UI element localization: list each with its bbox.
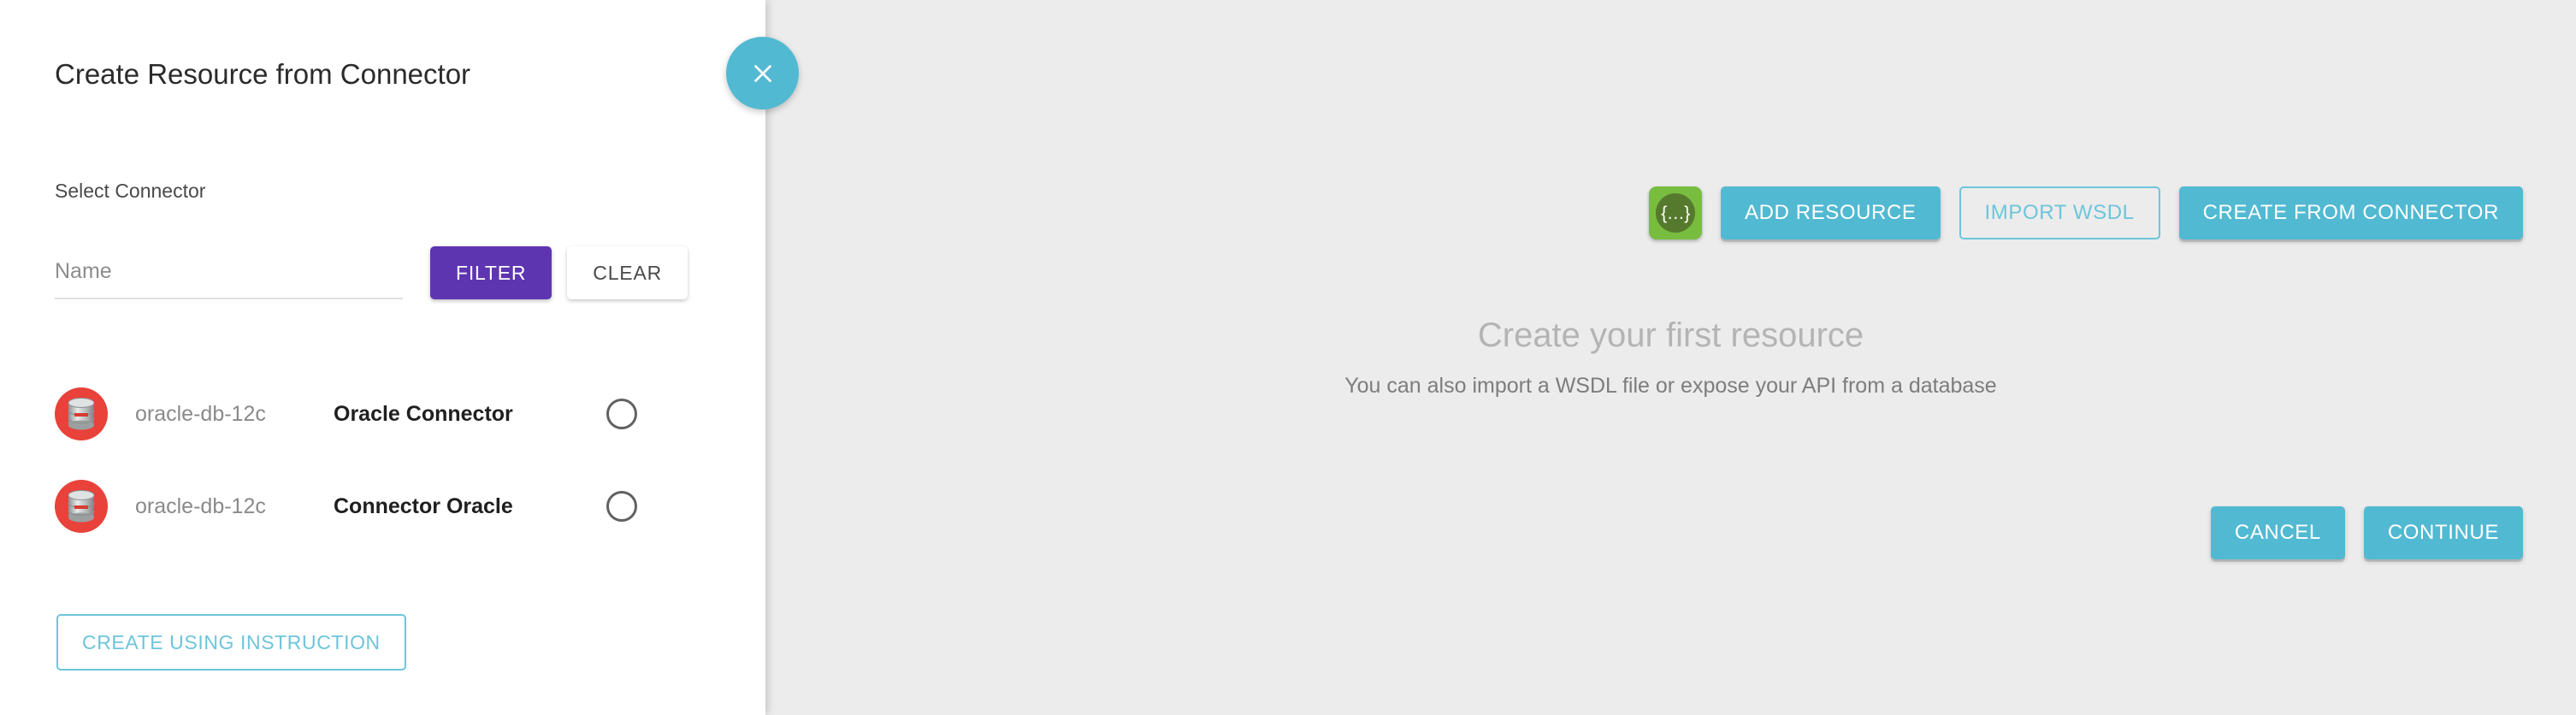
connector-radio[interactable]: [606, 399, 637, 429]
name-field: [55, 259, 403, 299]
create-resource-drawer: Create Resource from Connector Select Co…: [0, 0, 765, 715]
continue-button[interactable]: CONTINUE: [2363, 506, 2523, 559]
database-icon: [55, 480, 108, 533]
connector-name: Connector Oracle: [334, 493, 513, 518]
add-resource-button[interactable]: ADD RESOURCE: [1720, 186, 1941, 239]
clear-button[interactable]: CLEAR: [567, 246, 688, 299]
filter-button[interactable]: FILTER: [429, 246, 552, 299]
create-from-connector-button[interactable]: CREATE FROM CONNECTOR: [2178, 186, 2523, 239]
connector-list-item[interactable]: oracle-db-12c Oracle Connector: [0, 368, 765, 460]
close-drawer-button[interactable]: [726, 37, 799, 109]
connector-list-item[interactable]: oracle-db-12c Connector Oracle: [0, 460, 765, 552]
connector-filter-row: FILTER CLEAR: [55, 246, 688, 299]
json-code-button[interactable]: {…}: [1648, 186, 1702, 239]
footer-actions: CANCEL CONTINUE: [2210, 506, 2523, 559]
empty-state: Create your first resource You can also …: [765, 0, 2576, 715]
connector-list: oracle-db-12c Oracle Connector oracle-db…: [0, 368, 765, 552]
empty-state-subtitle: You can also import a WSDL file or expos…: [1344, 374, 1997, 398]
close-icon: [753, 64, 771, 82]
connector-radio[interactable]: [606, 491, 637, 522]
connector-id: oracle-db-12c: [135, 493, 266, 518]
name-input[interactable]: [55, 259, 403, 299]
import-wsdl-button[interactable]: IMPORT WSDL: [1959, 186, 2160, 239]
cancel-button[interactable]: CANCEL: [2210, 506, 2345, 559]
connector-name: Oracle Connector: [334, 401, 513, 426]
empty-state-title: Create your first resource: [1477, 316, 1864, 354]
json-code-icon: {…}: [1655, 193, 1695, 233]
database-icon: [55, 387, 108, 440]
create-using-instruction-button[interactable]: CREATE USING INSTRUCTION: [56, 614, 406, 671]
resource-toolbar: {…} ADD RESOURCE IMPORT WSDL CREATE FROM…: [1648, 186, 2523, 239]
page-title: Create Resource from Connector: [55, 58, 471, 90]
select-connector-label: Select Connector: [55, 180, 206, 202]
connector-id: oracle-db-12c: [135, 401, 266, 426]
